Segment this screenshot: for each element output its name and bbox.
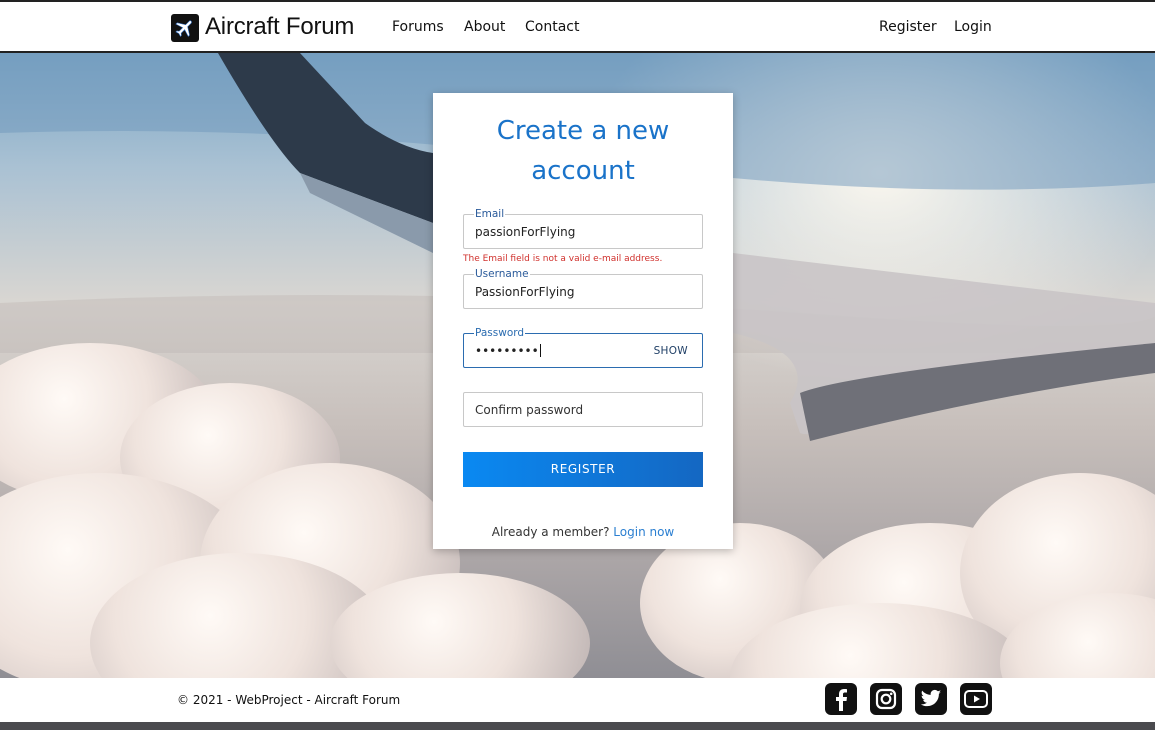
nav-register[interactable]: Register: [879, 19, 937, 35]
nav-contact[interactable]: Contact: [525, 19, 579, 35]
username-field[interactable]: Username PassionForFlying: [463, 268, 703, 309]
instagram-icon[interactable]: [870, 683, 902, 715]
twitter-icon[interactable]: [915, 683, 947, 715]
login-prompt: Already a member? Login now: [433, 525, 733, 539]
password-dots: •••••••••: [475, 344, 539, 358]
form-title: Create a new account: [433, 111, 733, 191]
bottom-strip: [0, 722, 1155, 730]
confirm-password-field[interactable]: Confirm password: [463, 392, 703, 427]
top-navbar: Aircraft Forum Forums About Contact Regi…: [0, 0, 1155, 53]
footer: © 2021 - WebProject - Aircraft Forum: [0, 678, 1155, 722]
email-value: passionForFlying: [475, 225, 576, 239]
member-text: Already a member?: [491, 525, 610, 539]
youtube-icon[interactable]: [960, 683, 992, 715]
show-password-button[interactable]: SHOW: [654, 345, 688, 357]
password-value: •••••••••: [475, 344, 541, 358]
register-button[interactable]: REGISTER: [463, 452, 703, 487]
email-label: Email: [474, 208, 506, 220]
password-field[interactable]: Password ••••••••• SHOW: [463, 327, 703, 368]
register-card: Create a new account Email passionForFly…: [433, 93, 733, 549]
confirm-password-placeholder: Confirm password: [475, 403, 584, 417]
copyright-text: © 2021 - WebProject - Aircraft Forum: [177, 693, 401, 707]
username-label: Username: [474, 268, 530, 280]
login-now-link[interactable]: Login now: [613, 525, 674, 539]
nav-login[interactable]: Login: [954, 19, 992, 35]
form-title-line2: account: [531, 156, 635, 186]
facebook-icon[interactable]: [825, 683, 857, 715]
email-error-message: The Email field is not a valid e-mail ad…: [463, 254, 663, 264]
brand-title[interactable]: Aircraft Forum: [205, 13, 354, 41]
nav-about[interactable]: About: [464, 19, 505, 35]
form-title-line1: Create a new: [496, 116, 670, 146]
username-value: PassionForFlying: [475, 285, 575, 299]
airplane-logo-icon[interactable]: [171, 14, 199, 42]
password-label: Password: [474, 327, 526, 339]
email-field[interactable]: Email passionForFlying: [463, 208, 703, 249]
nav-forums[interactable]: Forums: [392, 19, 444, 35]
